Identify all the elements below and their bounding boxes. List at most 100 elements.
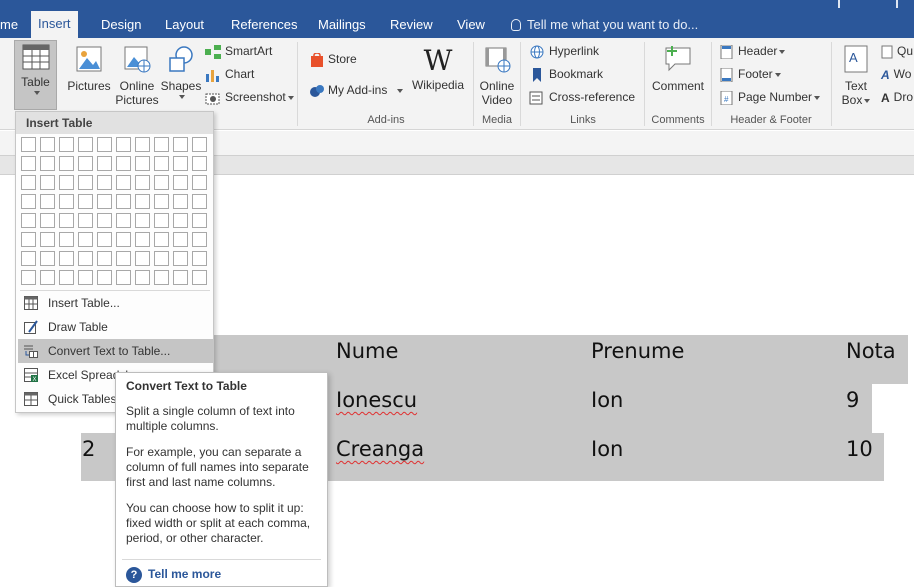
online-pictures-button[interactable]: Online Pictures [114, 44, 160, 107]
table-grid-cell[interactable] [135, 194, 150, 209]
page-number-button[interactable]: # Page Number [720, 87, 821, 107]
table-grid-cell[interactable] [135, 270, 150, 285]
table-grid-cell[interactable] [116, 194, 131, 209]
tab-review[interactable]: Review [383, 12, 440, 38]
table-grid-cell[interactable] [40, 175, 55, 190]
table-grid-cell[interactable] [21, 194, 36, 209]
table-grid-cell[interactable] [59, 194, 74, 209]
table-grid-cell[interactable] [78, 251, 93, 266]
table-grid-cell[interactable] [59, 156, 74, 171]
table-grid-cell[interactable] [116, 175, 131, 190]
table-grid-cell[interactable] [116, 137, 131, 152]
table-grid-cell[interactable] [192, 156, 207, 171]
table-grid-cell[interactable] [97, 194, 112, 209]
cross-reference-button[interactable]: Cross-reference [529, 87, 635, 107]
tab-insert[interactable]: Insert [31, 11, 78, 38]
table-grid-cell[interactable] [173, 232, 188, 247]
table-grid-cell[interactable] [192, 213, 207, 228]
hyperlink-button[interactable]: Hyperlink [529, 41, 599, 61]
table-grid-cell[interactable] [59, 251, 74, 266]
table-grid-cell[interactable] [21, 270, 36, 285]
table-grid-cell[interactable] [21, 232, 36, 247]
table-grid-cell[interactable] [59, 213, 74, 228]
table-grid-cell[interactable] [97, 251, 112, 266]
wordart-button[interactable]: A Wo [881, 64, 911, 84]
shapes-button[interactable]: Shapes [160, 44, 202, 99]
table-grid-cell[interactable] [78, 156, 93, 171]
table-grid-cell[interactable] [154, 232, 169, 247]
quick-parts-button[interactable]: Qu [881, 41, 913, 61]
table-grid-cell[interactable] [192, 194, 207, 209]
chart-button[interactable]: Chart [205, 64, 254, 84]
table-grid-cell[interactable] [135, 251, 150, 266]
table-grid-cell[interactable] [40, 194, 55, 209]
table-button-content[interactable]: Table [14, 44, 57, 95]
table-grid-cell[interactable] [97, 137, 112, 152]
table-grid-cell[interactable] [40, 213, 55, 228]
table-grid-cell[interactable] [154, 213, 169, 228]
table-grid-cell[interactable] [59, 175, 74, 190]
header-cell-nume[interactable]: Nume [336, 339, 398, 363]
table-grid-cell[interactable] [173, 156, 188, 171]
cell-prenume[interactable]: Ion [591, 437, 623, 461]
tab-view[interactable]: View [450, 12, 492, 38]
table-grid-cell[interactable] [154, 175, 169, 190]
table-grid-cell[interactable] [135, 232, 150, 247]
table-grid-cell[interactable] [21, 156, 36, 171]
table-grid-cell[interactable] [97, 156, 112, 171]
table-grid-cell[interactable] [97, 270, 112, 285]
table-grid-cell[interactable] [135, 137, 150, 152]
table-grid-cell[interactable] [40, 137, 55, 152]
table-grid-cell[interactable] [97, 175, 112, 190]
table-grid-cell[interactable] [192, 251, 207, 266]
tab-design[interactable]: Design [94, 12, 148, 38]
tab-layout[interactable]: Layout [158, 12, 211, 38]
table-grid-cell[interactable] [40, 270, 55, 285]
table-grid-cell[interactable] [135, 213, 150, 228]
table-grid-cell[interactable] [154, 251, 169, 266]
store-button[interactable]: Store [310, 49, 357, 69]
table-grid-cell[interactable] [21, 137, 36, 152]
header-button[interactable]: Header [720, 41, 786, 61]
tell-me-search[interactable]: Tell me what you want to do... [511, 12, 698, 38]
table-grid-cell[interactable] [78, 232, 93, 247]
table-grid-cell[interactable] [59, 232, 74, 247]
table-grid-cell[interactable] [116, 213, 131, 228]
header-cell-prenume[interactable]: Prenume [591, 339, 684, 363]
table-grid-cell[interactable] [192, 175, 207, 190]
table-grid-cell[interactable] [40, 232, 55, 247]
table-grid-cell[interactable] [97, 232, 112, 247]
table-grid-cell[interactable] [135, 156, 150, 171]
header-cell-nota[interactable]: Nota [846, 339, 896, 363]
tab-home[interactable]: me [0, 12, 25, 38]
smartart-button[interactable]: SmartArt [205, 41, 272, 61]
table-grid-cell[interactable] [192, 232, 207, 247]
screenshot-button[interactable]: Screenshot [205, 87, 294, 107]
table-grid-cell[interactable] [116, 251, 131, 266]
table-grid-cell[interactable] [21, 175, 36, 190]
table-grid-cell[interactable] [59, 270, 74, 285]
table-grid-cell[interactable] [78, 194, 93, 209]
table-grid-cell[interactable] [154, 137, 169, 152]
table-grid-cell[interactable] [135, 175, 150, 190]
table-grid-cell[interactable] [59, 137, 74, 152]
table-grid-cell[interactable] [154, 270, 169, 285]
footer-button[interactable]: Footer [720, 64, 781, 84]
tab-references[interactable]: References [224, 12, 304, 38]
draw-table-menu-item[interactable]: Draw Table [18, 315, 213, 339]
convert-text-to-table-menu-item[interactable]: Convert Text to Table... [18, 339, 213, 363]
table-grid-cell[interactable] [192, 270, 207, 285]
table-grid-cell[interactable] [40, 156, 55, 171]
my-addins-button[interactable]: My Add-ins [310, 80, 404, 100]
table-grid-cell[interactable] [192, 137, 207, 152]
cell-nume[interactable]: Ionescu [336, 388, 417, 412]
table-grid-cell[interactable] [116, 232, 131, 247]
table-grid-cell[interactable] [97, 213, 112, 228]
table-grid-cell[interactable] [173, 137, 188, 152]
table-grid-cell[interactable] [116, 270, 131, 285]
cell-nume[interactable]: Creanga [336, 437, 424, 461]
table-grid-cell[interactable] [173, 175, 188, 190]
wikipedia-button[interactable]: W Wikipedia [408, 46, 468, 93]
table-grid-cell[interactable] [154, 194, 169, 209]
table-grid-cell[interactable] [173, 251, 188, 266]
